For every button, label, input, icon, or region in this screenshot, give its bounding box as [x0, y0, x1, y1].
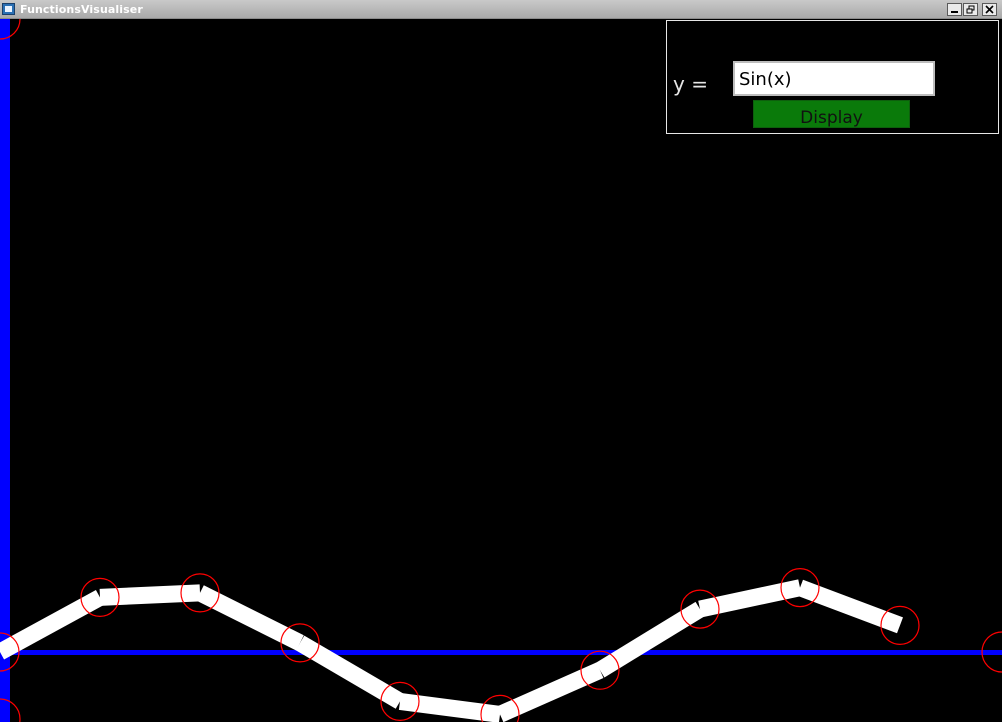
- restore-icon: [966, 5, 975, 14]
- minimize-button[interactable]: [947, 3, 962, 16]
- x-axis: [0, 650, 1002, 655]
- curve-segment: [196, 585, 304, 651]
- function-panel: y = Display: [666, 20, 999, 134]
- y-axis: [0, 19, 10, 722]
- minimize-icon: [950, 5, 959, 14]
- title-bar[interactable]: FunctionsVisualiser: [0, 0, 1002, 19]
- close-icon: [985, 5, 994, 14]
- curve-segment: [595, 601, 705, 678]
- app-icon[interactable]: [2, 3, 15, 15]
- curve-segment: [496, 662, 604, 722]
- y-label: y =: [673, 72, 708, 96]
- curve-segment: [99, 584, 201, 606]
- restore-button[interactable]: [963, 3, 978, 16]
- curve-segment: [0, 589, 105, 660]
- curve-segment: [797, 579, 903, 634]
- window-title: FunctionsVisualiser: [20, 3, 143, 16]
- display-button[interactable]: Display: [753, 100, 910, 128]
- close-button[interactable]: [982, 3, 997, 16]
- function-input[interactable]: [733, 61, 935, 96]
